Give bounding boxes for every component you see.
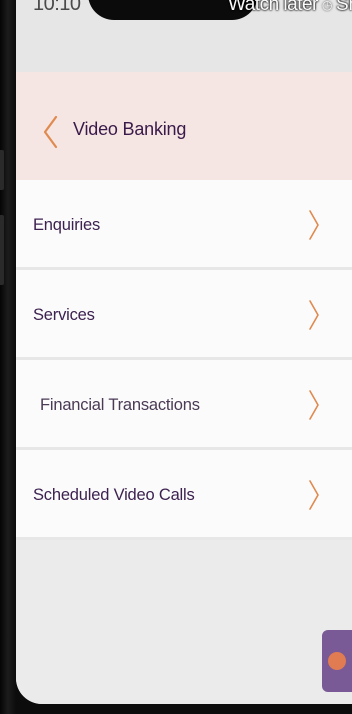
menu-item-financial-transactions[interactable]: Financial Transactions <box>16 360 352 450</box>
menu-item-enquiries[interactable]: Enquiries <box>16 180 352 270</box>
chevron-right-icon <box>309 390 319 420</box>
phone-side-button <box>0 150 4 190</box>
status-time: 10:10 <box>33 0 81 15</box>
app-screen: 10:10 Watch later ◷ Sh Video Banking Enq… <box>16 0 352 704</box>
menu-item-label: Enquiries <box>33 216 100 234</box>
page-title: Video Banking <box>73 119 187 139</box>
phone-volume-button <box>0 215 4 285</box>
menu-item-label: Financial Transactions <box>40 396 200 414</box>
status-bar: 10:10 Watch later ◷ Sh <box>16 0 352 24</box>
menu-item-services[interactable]: Services <box>16 270 352 360</box>
menu-item-label: Services <box>33 306 95 324</box>
chevron-right-icon <box>309 210 319 240</box>
menu-list: Enquiries Services Financial Transaction… <box>16 180 352 540</box>
chevron-right-icon <box>309 480 319 510</box>
empty-content-area <box>16 540 352 704</box>
chat-icon <box>328 652 346 670</box>
chevron-left-icon[interactable] <box>40 114 62 150</box>
floating-chat-button[interactable] <box>322 630 352 692</box>
menu-item-label: Scheduled Video Calls <box>33 486 195 504</box>
chevron-right-icon <box>309 300 319 330</box>
page-header: Video Banking <box>16 72 352 180</box>
share-overlay[interactable]: Sh <box>336 0 352 16</box>
clock-icon: ◷ <box>322 0 333 12</box>
menu-item-scheduled-video-calls[interactable]: Scheduled Video Calls <box>16 450 352 540</box>
phone-bottom-bezel <box>16 704 352 714</box>
watch-later-overlay[interactable]: Watch later <box>228 0 318 16</box>
